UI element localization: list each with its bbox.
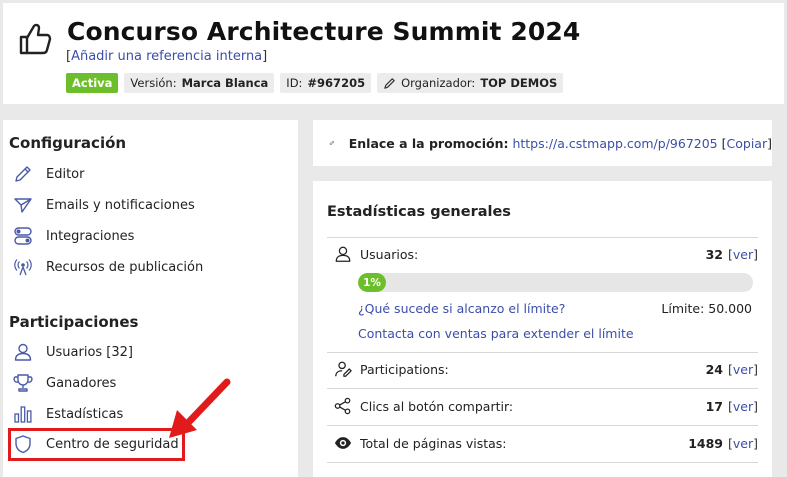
user-icon	[12, 341, 34, 363]
red-arrow-icon	[169, 378, 231, 438]
sidebar-item-users[interactable]: Usuarios [32]	[9, 339, 289, 365]
version-badge: Versión: Marca Blanca	[124, 73, 275, 93]
sidebar-item-winners[interactable]: Ganadores	[9, 370, 289, 396]
sidebar: Configuración Editor Emails y notificaci…	[3, 120, 298, 477]
contact-sales-link[interactable]: Contacta con ventas para extender el lím…	[358, 326, 634, 341]
sidebar-item-publication-resources[interactable]: Recursos de publicación	[9, 254, 289, 280]
stat-row-share-clicks: Clics al botón compartir: 17 [ver]	[327, 395, 758, 417]
participations-view-link[interactable]: ver	[733, 362, 753, 377]
eye-icon	[332, 432, 354, 454]
user-icon	[332, 243, 354, 265]
stat-row-users: Usuarios: 32 [ver]	[327, 243, 758, 265]
divider	[327, 388, 758, 389]
stat-row-page-views: Total de páginas vistas: 1489 [ver]	[327, 432, 758, 454]
promo-link-text: Enlace a la promoción: https://a.cstmapp…	[348, 135, 772, 151]
header-card: Concurso Architecture Summit 2024 [Añadi…	[3, 3, 784, 104]
trophy-icon	[12, 372, 34, 394]
participations-section-title: Participaciones	[9, 313, 139, 331]
sidebar-item-emails[interactable]: Emails y notificaciones	[9, 192, 289, 218]
paper-plane-icon	[12, 194, 34, 216]
promo-url-link[interactable]: https://a.cstmapp.com/p/967205	[512, 136, 717, 151]
status-badge: Activa	[66, 73, 119, 93]
users-progress-bar: 1%	[358, 273, 753, 292]
stat-row-participations: Participations: 24 [ver]	[327, 358, 758, 380]
internal-reference: [Añadir una referencia interna]	[66, 49, 268, 64]
share-clicks-view-link[interactable]: ver	[733, 399, 753, 414]
limit-question-link[interactable]: ¿Qué sucede si alcanzo el límite?	[358, 301, 565, 316]
users-view-link[interactable]: ver	[733, 247, 753, 262]
limit-value: Límite: 50.000	[661, 301, 752, 316]
divider	[327, 237, 758, 238]
link-icon	[329, 140, 335, 146]
general-statistics-card: Estadísticas generales Usuarios: 32 [ver…	[313, 181, 772, 477]
divider	[327, 352, 758, 353]
sidebar-item-editor[interactable]: Editor	[9, 161, 289, 187]
copy-link-button[interactable]: Copiar	[727, 136, 768, 151]
thumbs-up-icon	[19, 23, 52, 55]
divider	[327, 462, 758, 463]
organizer-badge[interactable]: Organizador: TOP DEMOS	[377, 73, 564, 93]
broadcast-icon	[12, 256, 34, 278]
participations-icon	[332, 358, 354, 380]
add-internal-reference-link[interactable]: Añadir una referencia interna	[71, 49, 262, 64]
share-icon	[332, 395, 354, 417]
pencil-icon	[12, 163, 34, 185]
sidebar-item-integrations[interactable]: Integraciones	[9, 223, 289, 249]
id-badge: ID: #967205	[280, 73, 372, 93]
page-views-view-link[interactable]: ver	[733, 436, 753, 451]
page-title: Concurso Architecture Summit 2024	[67, 17, 581, 46]
pencil-icon	[384, 77, 395, 89]
badge-row: Activa Versión: Marca Blanca ID: #967205…	[66, 73, 564, 93]
config-section-title: Configuración	[9, 134, 127, 152]
toggles-icon	[12, 225, 34, 247]
divider	[327, 425, 758, 426]
stats-title: Estadísticas generales	[327, 204, 511, 220]
highlight-box	[8, 428, 185, 461]
promo-link-card: Enlace a la promoción: https://a.cstmapp…	[313, 120, 772, 166]
progress-fill: 1%	[358, 273, 386, 292]
sidebar-item-statistics[interactable]: Estadísticas	[9, 401, 289, 427]
bar-chart-icon	[12, 403, 34, 425]
